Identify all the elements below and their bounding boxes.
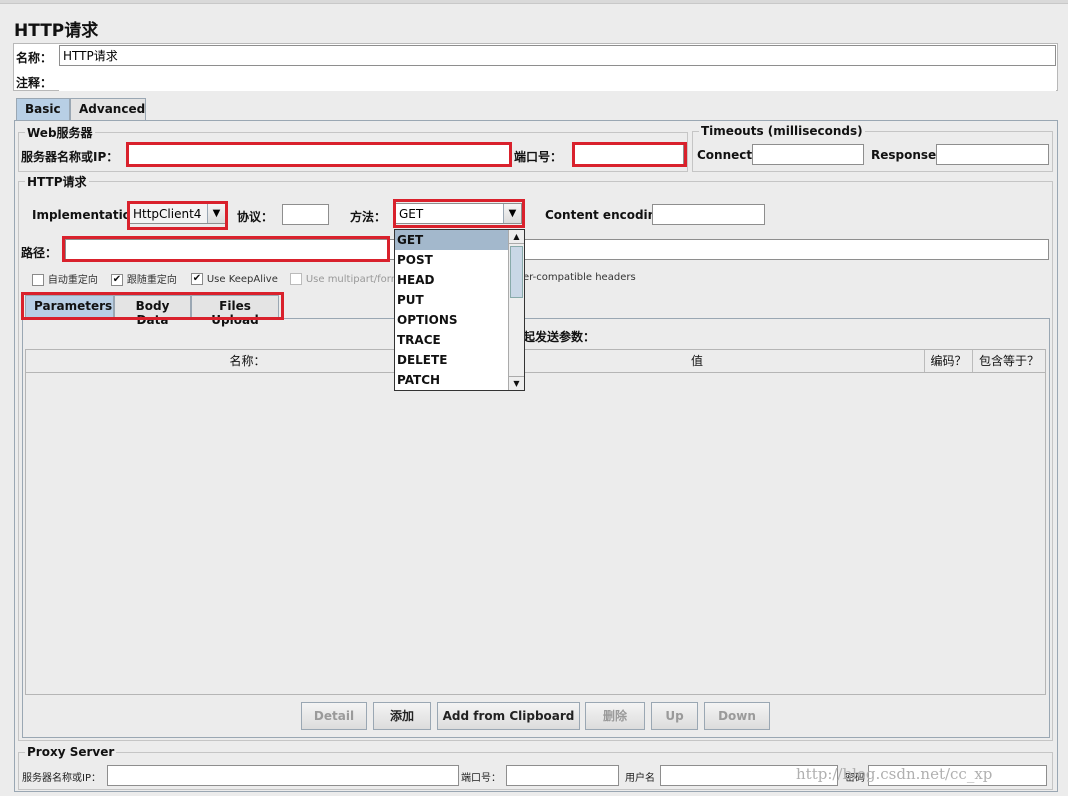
protocol-input[interactable] [282,204,329,225]
connect-input[interactable] [752,144,864,165]
add-button[interactable]: 添加 [373,702,431,730]
checkbox-box[interactable] [290,272,302,285]
path-highlight [62,236,390,262]
comment-input[interactable] [59,70,1056,91]
checkbox-box[interactable] [32,273,44,286]
table-header-include-equals[interactable]: 包含等于？ [973,350,1045,372]
dropdown-option-head[interactable]: HEAD [395,270,524,290]
add-from-clipboard-button[interactable]: Add from Clipboard [437,702,580,730]
checkbox-label: 自动重定向 [47,275,98,286]
checkbox-label: Use multipart/form [305,274,401,285]
delete-button[interactable]: 删除 [585,702,645,730]
check-icon[interactable]: ✔ [191,272,203,285]
protocol-label: 协议： [237,210,274,224]
checkbox-multipart[interactable]: Use multipart/form [290,271,400,285]
port-highlight [572,142,687,167]
table-header-value[interactable]: 值 [470,350,925,372]
watermark: http://blog.csdn.net/cc_xp [796,765,993,783]
dropdown-option-get[interactable]: GET [395,230,524,250]
comment-label: 注释： [16,76,53,90]
proxy-server-input[interactable] [107,765,459,786]
response-label: Response: [871,148,941,162]
response-input[interactable] [936,144,1049,165]
proxy-user-label: 用户名 [625,773,655,784]
table-header-encode[interactable]: 编码？ [925,350,973,372]
browser-headers-label: er-compatible headers [523,272,636,283]
dropdown-option-post[interactable]: POST [395,250,524,270]
scrollbar-thumb[interactable] [510,246,523,298]
scroll-up-icon[interactable]: ▲ [509,230,524,244]
detail-button[interactable]: Detail [301,702,367,730]
send-params-label: 起发送参数： [523,330,596,344]
tab-basic[interactable]: Basic [16,98,70,120]
check-icon[interactable]: ✔ [111,273,123,286]
scroll-down-icon[interactable]: ▼ [509,376,524,390]
table-header-divider [26,372,1045,373]
tab-advanced[interactable]: Advanced [70,98,146,120]
method-dropdown-list[interactable]: GET POST HEAD PUT OPTIONS TRACE DELETE P… [394,229,525,391]
proxy-port-input[interactable] [506,765,619,786]
checkbox-follow-redirect[interactable]: ✔ 跟随重定向 [111,271,177,286]
path-label: 路径： [21,246,58,260]
http-request-legend: HTTP请求 [27,175,87,189]
down-button[interactable]: Down [704,702,770,730]
server-name-label: 服务器名称或IP： [21,150,119,164]
web-server-legend: Web服务器 [27,126,93,140]
window-top-strip [0,0,1068,4]
server-highlight [126,142,512,167]
proxy-legend: Proxy Server [27,745,115,759]
encoding-label: Content encoding: [545,208,670,222]
dropdown-option-trace[interactable]: TRACE [395,330,524,350]
implementation-highlight [127,201,228,230]
method-label: 方法： [350,210,387,224]
checkbox-keepalive[interactable]: ✔ Use KeepAlive [191,271,278,285]
port-label: 端口号： [514,150,563,164]
subtabs-highlight [21,292,284,320]
dropdown-option-patch[interactable]: PATCH [395,370,524,390]
dropdown-option-options[interactable]: OPTIONS [395,310,524,330]
encoding-input[interactable] [652,204,765,225]
dropdown-option-delete[interactable]: DELETE [395,350,524,370]
method-highlight [393,199,525,228]
dropdown-option-put[interactable]: PUT [395,290,524,310]
name-input[interactable]: HTTP请求 [59,45,1056,66]
connect-label: Connect: [697,148,757,162]
proxy-server-label: 服务器名称或IP： [22,773,101,784]
checkbox-auto-redirect[interactable]: 自动重定向 [32,271,98,286]
dropdown-scrollbar[interactable]: ▲ ▼ [508,230,524,390]
params-table[interactable] [25,349,1046,695]
checkbox-label: Use KeepAlive [206,274,278,285]
timeouts-legend: Timeouts (milliseconds) [701,124,863,138]
checkbox-label: 跟随重定向 [126,275,177,286]
up-button[interactable]: Up [651,702,698,730]
proxy-port-label: 端口号： [461,773,501,784]
name-label: 名称： [16,51,53,65]
page-title: HTTP请求 [14,21,99,41]
